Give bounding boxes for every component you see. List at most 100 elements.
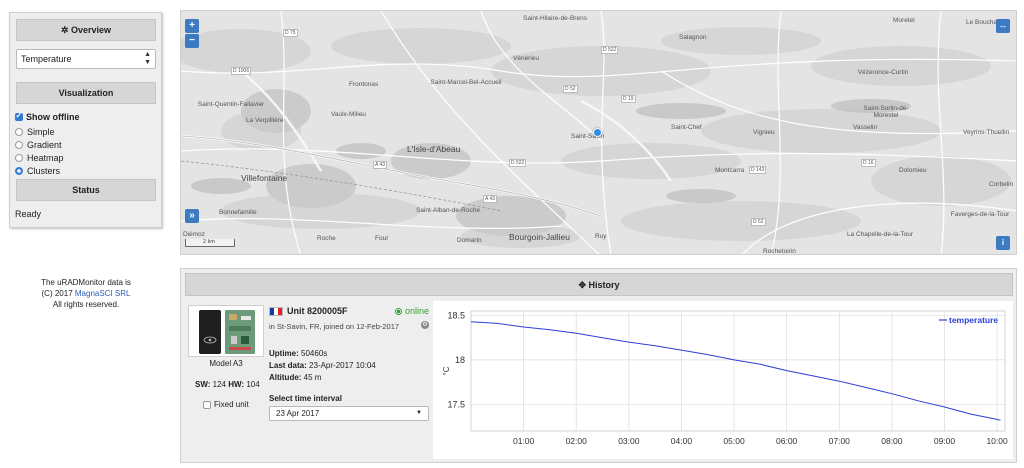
map-place: Corbelin bbox=[989, 181, 1014, 188]
road-label: D 522 bbox=[601, 46, 619, 54]
road-label: D 75 bbox=[283, 29, 298, 37]
viz-option-clusters[interactable]: Clusters bbox=[15, 165, 60, 177]
chevron-down-icon: ▼ bbox=[416, 410, 422, 416]
altitude-label: Altitude: bbox=[269, 373, 302, 382]
fixed-unit-label: Fixed unit bbox=[214, 400, 249, 409]
y-tick-label: 18 bbox=[455, 355, 465, 365]
visualization-header: Visualization bbox=[16, 82, 156, 104]
last-data-label: Last data: bbox=[269, 361, 307, 370]
device-marker[interactable] bbox=[593, 128, 602, 137]
device-image bbox=[188, 305, 264, 357]
info-button[interactable]: i bbox=[996, 236, 1010, 250]
unit-info: Unit 8200005F online in St-Savin, FR, jo… bbox=[269, 305, 429, 403]
unit-name: Unit 8200005F bbox=[287, 306, 348, 316]
radio-gradient[interactable] bbox=[15, 141, 23, 149]
map-place: La Verpillière bbox=[246, 117, 284, 124]
unit-title-row: Unit 8200005F online bbox=[269, 305, 429, 317]
road-label: D 52 bbox=[563, 85, 578, 93]
interval-label: Select time interval bbox=[269, 394, 342, 403]
overview-header[interactable]: ✲ Overview bbox=[16, 19, 156, 41]
time-interval-select[interactable]: 23 Apr 2017 ▼ bbox=[269, 406, 429, 421]
map-place: Frontonas bbox=[349, 81, 379, 88]
fixed-unit-row[interactable]: Fixed unit bbox=[203, 400, 249, 409]
history-header[interactable]: ✥ History bbox=[185, 273, 1013, 296]
unit-stats: Uptime: 50460s Last data: 23-Apr-2017 10… bbox=[269, 348, 429, 384]
expand-arrows-icon[interactable]: ↔ bbox=[996, 19, 1010, 33]
map-place: Saint-Sorlin-de-Morestel bbox=[863, 105, 909, 119]
history-panel: ✥ History Model A3 SW: 124 HW: 104 Fixed… bbox=[180, 268, 1017, 463]
map-scale: 2 km bbox=[185, 239, 235, 247]
map-place: Bourgoin-Jallieu bbox=[509, 232, 570, 242]
road-label: A 43 bbox=[373, 161, 388, 169]
map-place: La Chapelle-de-la-Tour bbox=[846, 231, 914, 238]
attribution-line: The uRADMonitor data is bbox=[41, 278, 131, 287]
magnasci-link[interactable]: MagnaSCI SRL bbox=[75, 289, 131, 298]
y-tick-label: 18.5 bbox=[447, 310, 465, 320]
map-place: Saint-Marcel-Bel-Accueil bbox=[430, 79, 502, 86]
viz-option-label: Clusters bbox=[27, 166, 61, 176]
zoom-out-button[interactable]: − bbox=[185, 34, 199, 48]
map-place: Roche bbox=[317, 235, 336, 242]
x-tick-label: 05:00 bbox=[723, 436, 745, 446]
settings-icon[interactable]: ⚙ bbox=[421, 321, 429, 329]
x-tick-label: 04:00 bbox=[671, 436, 693, 446]
legend-label: temperature bbox=[949, 315, 998, 325]
gear-icon: ✲ bbox=[60, 25, 69, 35]
map-place: Diémoz bbox=[183, 231, 206, 238]
map-place: Faverges-de-la-Tour bbox=[950, 211, 1010, 218]
fixed-unit-checkbox[interactable] bbox=[203, 400, 211, 409]
map-place: Vasselin bbox=[853, 124, 878, 131]
show-offline-row[interactable]: Show offline bbox=[15, 110, 80, 123]
viz-option-label: Gradient bbox=[27, 140, 62, 150]
unit-location-text: in St-Savin, FR, joined on 12-Feb-2017 bbox=[269, 322, 400, 331]
x-tick-label: 02:00 bbox=[566, 436, 588, 446]
model-link[interactable]: Model A3 bbox=[188, 359, 264, 368]
x-tick-label: 03:00 bbox=[618, 436, 640, 446]
x-tick-label: 06:00 bbox=[776, 436, 798, 446]
road-label: A 43 bbox=[483, 195, 498, 203]
zoom-in-button[interactable]: + bbox=[185, 19, 199, 33]
map-place: Vézeronce-Curtin bbox=[857, 69, 909, 76]
viz-option-label: Heatmap bbox=[27, 153, 64, 163]
online-dot-icon bbox=[394, 307, 402, 315]
map-place: Vignieu bbox=[753, 129, 775, 136]
radio-clusters[interactable] bbox=[15, 167, 23, 175]
show-offline-label: Show offline bbox=[26, 112, 80, 122]
status-label: Status bbox=[72, 185, 100, 195]
show-offline-checkbox[interactable] bbox=[15, 110, 23, 122]
hw-label: HW: bbox=[228, 380, 245, 389]
map-place: Four bbox=[375, 235, 389, 242]
radio-heatmap[interactable] bbox=[15, 154, 23, 162]
move-icon: ✥ bbox=[578, 280, 586, 290]
online-status-text: online bbox=[404, 306, 429, 316]
map-place: Saint-Alban-de-Roche bbox=[416, 207, 480, 214]
select-arrows-icon: ▲ ▼ bbox=[144, 51, 151, 66]
viz-option-heatmap[interactable]: Heatmap bbox=[15, 152, 64, 164]
online-status: online bbox=[394, 306, 429, 316]
map-place: Saint-Quentin-Fallavier bbox=[197, 101, 265, 108]
x-tick-label: 07:00 bbox=[829, 436, 851, 446]
visualization-label: Visualization bbox=[58, 88, 114, 98]
map-place: Veyrins-Thuellin bbox=[963, 129, 1010, 136]
map-place: L'Isle-d'Abeau bbox=[407, 144, 461, 154]
map-place: Moretel bbox=[893, 17, 915, 24]
map-place: Domarin bbox=[457, 237, 482, 244]
uptime-value: 50460s bbox=[301, 349, 328, 358]
radio-simple[interactable] bbox=[15, 128, 23, 136]
map-place: Villefontaine bbox=[241, 173, 288, 183]
road-label: D 16 bbox=[861, 159, 876, 167]
road-label: D 522 bbox=[509, 159, 527, 167]
sw-value: 124 bbox=[212, 380, 226, 389]
map-place: Vénérieu bbox=[513, 55, 540, 62]
road-label: D 1006 bbox=[231, 67, 252, 75]
temperature-chart[interactable]: 17.5 18 18.5 01:00 02:00 03:00 04:00 05:00 06:00… bbox=[433, 301, 1013, 459]
viz-option-simple[interactable]: Simple bbox=[15, 126, 55, 138]
map-view[interactable]: Saint-Hilaire-de-Brens Moretel Le Boucha… bbox=[180, 10, 1017, 255]
sidebar-toggle-button[interactable]: » bbox=[185, 209, 199, 223]
parameter-select-value: Temperature bbox=[21, 54, 72, 64]
viz-option-gradient[interactable]: Gradient bbox=[15, 139, 62, 151]
map-place: Vaulx-Milieu bbox=[331, 111, 366, 118]
overview-label: Overview bbox=[71, 25, 112, 35]
parameter-select[interactable]: Temperature ▲ ▼ bbox=[16, 49, 156, 69]
map-place: Salagnon bbox=[679, 34, 707, 41]
